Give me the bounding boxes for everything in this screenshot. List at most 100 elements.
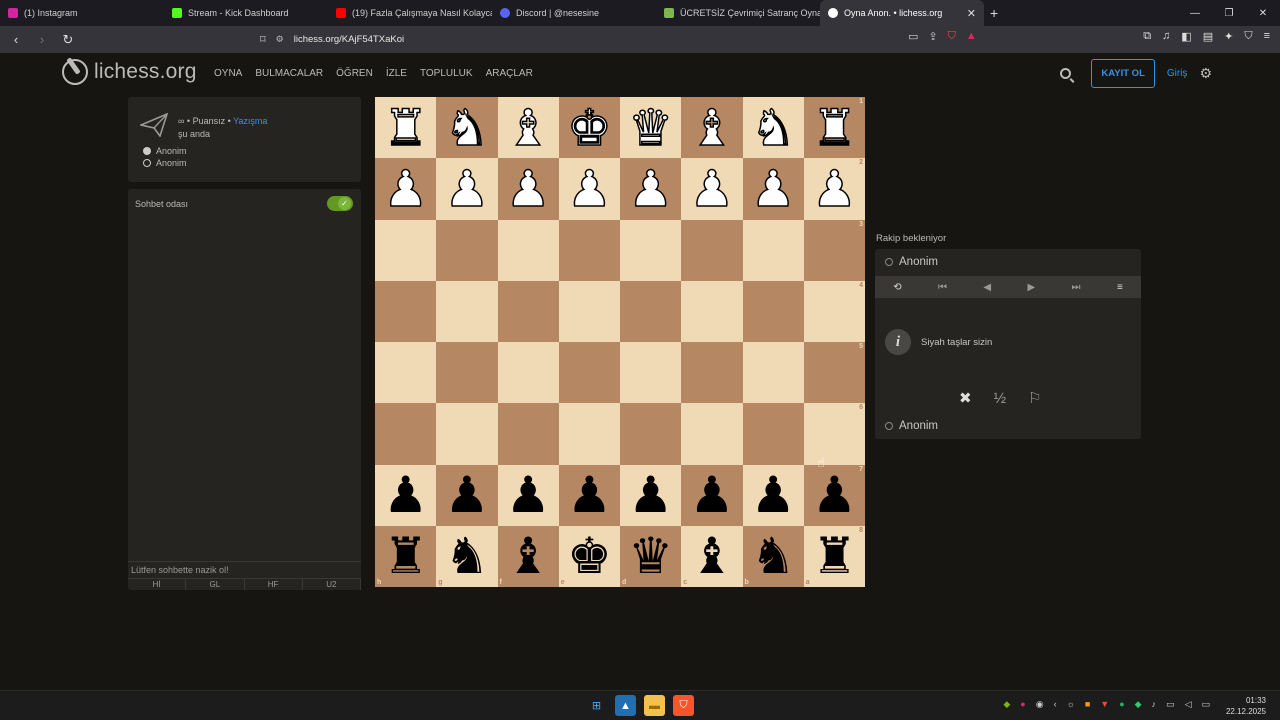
board-square[interactable] [497,280,559,342]
next-move-icon[interactable]: ▶ [1027,282,1035,293]
black-pawn-icon[interactable]: ♟ [444,470,489,520]
url-text[interactable]: lichess.org/KAjF54TXaKoi [294,34,404,45]
board-square[interactable]: ♝ c [681,525,743,587]
brave-shield-icon[interactable]: ⛉ [948,30,956,43]
white-pawn-icon[interactable]: ♟ [382,163,428,215]
board-square[interactable] [620,403,682,465]
steam-icon[interactable]: ◉ [1036,699,1044,710]
board-square[interactable] [375,342,437,404]
board-square[interactable] [681,280,743,342]
white-pawn-icon[interactable]: ♟ [566,163,612,215]
board-square[interactable] [681,219,743,281]
board-square[interactable] [620,219,682,281]
board-square[interactable] [436,403,498,465]
last-move-icon[interactable]: ⏭ [1072,282,1081,293]
board-square[interactable]: ♞ g [436,525,498,587]
reload-icon[interactable]: ↻ [60,32,76,48]
board-square[interactable]: ♟ [375,464,437,526]
app-tray-icon[interactable]: ◆ [1135,699,1142,710]
minimize-icon[interactable]: — [1178,0,1212,26]
nav-watch[interactable]: İZLE [386,68,407,79]
board-square[interactable]: ♛ d [620,525,682,587]
vpn-icon[interactable]: ⛉ [1244,30,1252,43]
white-knight-icon[interactable]: ♞ [444,102,490,154]
browser-tab[interactable]: ÜCRETSİZ Çevrimiçi Satranç Oynayın [656,0,820,26]
white-pawn-icon[interactable]: ♟ [811,163,857,215]
sidebar-icon[interactable]: ◧ [1181,30,1191,43]
black-knight-icon[interactable]: ♞ [444,531,489,581]
black-pawn-icon[interactable]: ♟ [812,470,857,520]
brave-browser-icon[interactable]: ⛉ [673,695,694,716]
board-square[interactable]: ♞ [436,97,498,159]
url-field[interactable]: ⌑ ⚙ lichess.org/KAjF54TXaKoi [250,29,1000,49]
white-bishop-icon[interactable]: ♝ [505,102,551,154]
board-square[interactable]: ♝ [681,97,743,159]
moves-menu-icon[interactable]: ≡ [1117,282,1123,293]
abort-icon[interactable]: ✖ [959,389,972,407]
black-king-icon[interactable]: ♚ [567,531,612,581]
nav-learn[interactable]: ÖĞREN [336,68,373,79]
nvidia-icon[interactable]: ◆ [1003,699,1010,710]
brave-rewards-icon[interactable]: ▲ [966,30,977,43]
app-tray-icon[interactable]: ● [1119,699,1124,710]
board-square[interactable] [681,342,743,404]
battery-icon[interactable]: ▭ [1201,699,1210,710]
nav-play[interactable]: OYNA [214,68,242,79]
board-square[interactable] [436,342,498,404]
white-queen-icon[interactable]: ♛ [627,102,673,154]
login-link[interactable]: Giriş [1167,68,1188,79]
board-square[interactable]: ♟ [436,158,498,220]
black-pawn-icon[interactable]: ♟ [506,470,551,520]
board-square[interactable]: ♚ [558,97,620,159]
resign-flag-icon[interactable]: ⚐ [1028,389,1041,407]
first-move-icon[interactable]: ⏮ [938,282,947,293]
microphone-icon[interactable]: ♪ [1152,699,1157,710]
black-pawn-icon[interactable]: ♟ [751,470,796,520]
browser-tab-active[interactable]: Oyna Anon. • lichess.org ✕ [820,0,984,26]
chat-toggle[interactable] [327,196,353,211]
board-square[interactable]: ♚ e [558,525,620,587]
white-bishop-icon[interactable]: ♝ [689,102,735,154]
gear-icon[interactable]: ⚙ [1199,65,1212,82]
black-knight-icon[interactable]: ♞ [751,531,796,581]
leo-ai-icon[interactable]: ✦ [1224,30,1233,43]
board-square[interactable] [742,403,804,465]
close-tab-icon[interactable]: ✕ [967,7,976,20]
preset-hi[interactable]: Hİ [128,579,187,590]
board-square[interactable] [742,342,804,404]
white-pawn-icon[interactable]: ♟ [750,163,796,215]
nav-puzzles[interactable]: BULMACALAR [255,68,323,79]
media-icon[interactable]: ♫ [1162,30,1170,43]
black-pawn-icon[interactable]: ♟ [689,470,734,520]
board-square[interactable]: ♟ [681,464,743,526]
close-window-icon[interactable]: ✕ [1246,0,1280,26]
flip-board-icon[interactable]: ⟲ [893,282,901,293]
board-square[interactable] [375,219,437,281]
network-icon[interactable]: ▭ [1166,699,1175,710]
black-bishop-icon[interactable]: ♝ [689,531,734,581]
game-variant-link[interactable]: Yazışma [233,116,267,126]
browser-tab[interactable]: (1) Instagram [0,0,164,26]
board-square[interactable]: ♟ [620,158,682,220]
board-square[interactable]: ♟ [436,464,498,526]
app-tray-icon[interactable]: ▼ [1100,699,1109,710]
draw-offer-button[interactable]: ½ [994,390,1007,407]
wallet-icon[interactable]: ▤ [1203,30,1213,43]
white-pawn-icon[interactable]: ♟ [444,163,490,215]
windows-start-icon[interactable]: ⊞ [586,695,607,716]
board-square[interactable]: ♟ [558,158,620,220]
browser-tab[interactable]: (19) Fazla Çalışmaya Nasıl Kolayca İk [328,0,492,26]
board-square[interactable] [375,280,437,342]
board-square[interactable]: ♜ 8 a [803,525,865,587]
board-square[interactable]: ♜ 1 [803,97,865,159]
board-square[interactable]: 5 [803,342,865,404]
app-tray-icon[interactable]: ■ [1085,699,1090,710]
black-queen-icon[interactable]: ♛ [628,531,673,581]
forward-icon[interactable]: › [34,32,50,47]
board-square[interactable] [742,219,804,281]
white-pawn-icon[interactable]: ♟ [627,163,673,215]
preset-gl[interactable]: GL [186,579,245,590]
back-icon[interactable]: ‹ [8,32,24,47]
board-square[interactable]: 3 [803,219,865,281]
share-icon[interactable]: ⇪ [928,30,937,43]
